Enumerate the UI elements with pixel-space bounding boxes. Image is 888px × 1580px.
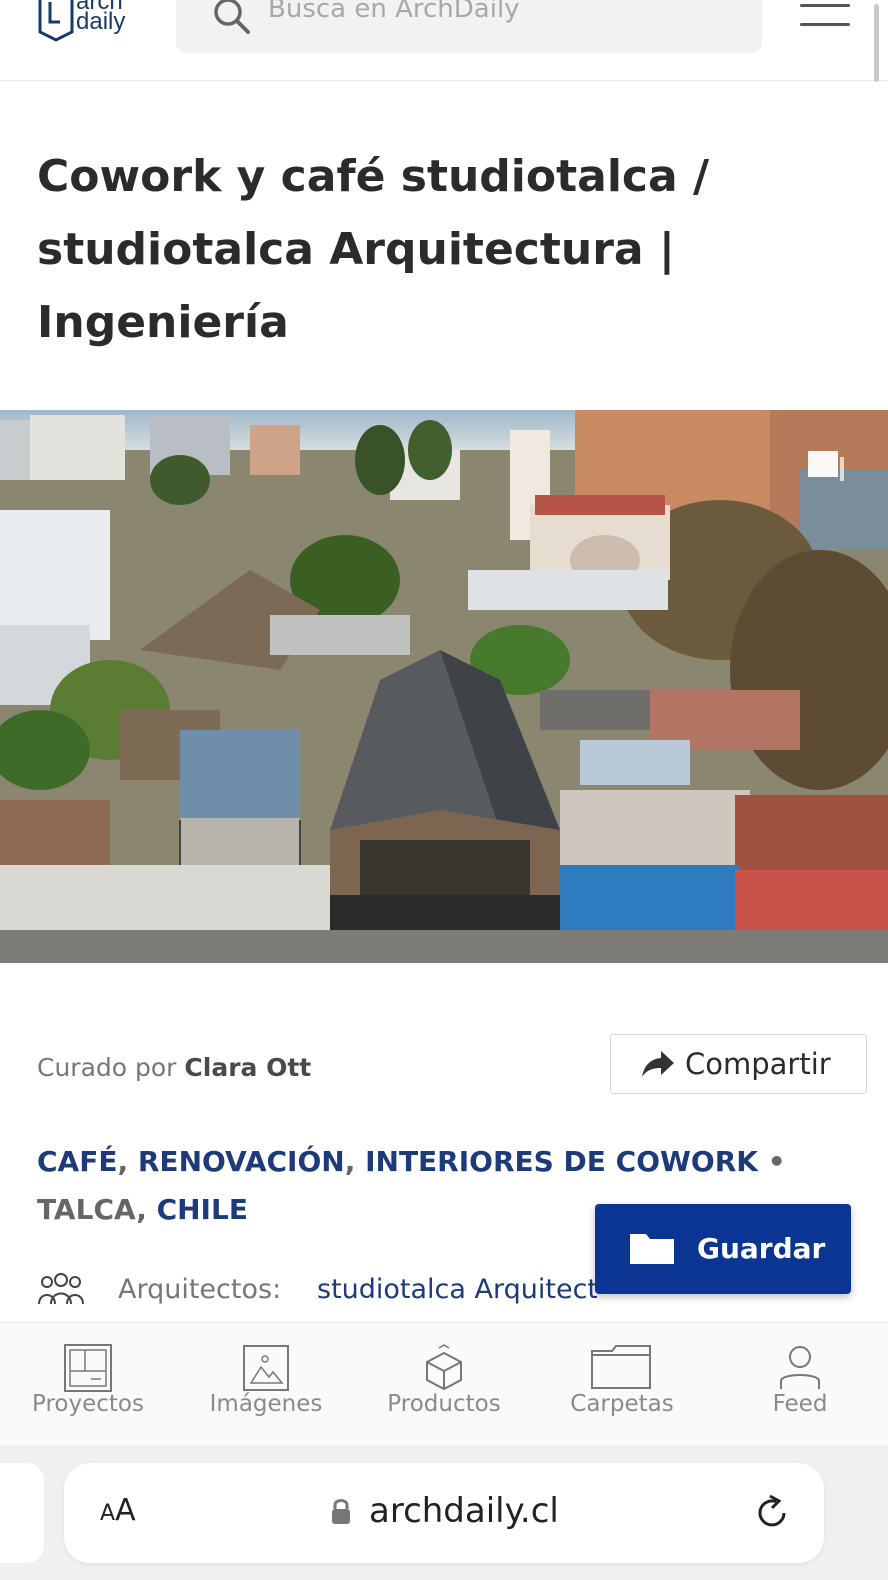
tag-interiores-cowork[interactable]: INTERIORES DE COWORK [365, 1145, 758, 1178]
save-button[interactable]: Guardar [595, 1204, 851, 1294]
logo-text: arch daily [76, 0, 126, 35]
tag-separator: • [767, 1145, 786, 1178]
tag-cafe[interactable]: CAFÉ [37, 1145, 117, 1178]
reload-icon[interactable] [752, 1493, 792, 1533]
nav-label-projects: Proyectos [32, 1391, 144, 1417]
logo-icon [38, 0, 74, 42]
nav-item-projects[interactable]: Proyectos [0, 1323, 176, 1445]
address-bar[interactable]: AA archdaily.cl [64, 1463, 824, 1563]
images-icon [243, 1345, 289, 1391]
url-text: archdaily.cl [369, 1491, 559, 1531]
expand-icon[interactable] [806, 449, 846, 483]
top-bar: arch daily Busca en ArchDaily [0, 0, 888, 82]
curated-prefix: Curado por [37, 1053, 177, 1082]
nav-item-feed[interactable]: Feed [712, 1323, 888, 1445]
products-icon [426, 1344, 462, 1391]
user-icon [780, 1346, 820, 1389]
tag-renovacion[interactable]: RENOVACIÓN [138, 1145, 345, 1178]
architects-row: Arquitectos: studiotalca Arquitectura | [37, 1268, 597, 1318]
location-country[interactable]: CHILE [157, 1193, 248, 1226]
search-input[interactable]: Busca en ArchDaily [176, 0, 762, 53]
location-city: TALCA [37, 1193, 137, 1226]
save-label: Guardar [697, 1232, 826, 1265]
search-placeholder: Busca en ArchDaily [268, 0, 520, 24]
text-size-button[interactable]: AA [100, 1493, 136, 1528]
share-label: Compartir [685, 1047, 831, 1081]
nav-item-folders[interactable]: Carpetas [534, 1323, 710, 1445]
folder-save-icon [630, 1234, 674, 1264]
nav-label-images: Imágenes [209, 1391, 323, 1417]
nav-label-products: Productos [387, 1391, 501, 1417]
folder-icon [591, 1345, 651, 1389]
search-icon [214, 0, 250, 34]
text-size-large: A [115, 1493, 136, 1528]
hero-photo [0, 410, 888, 963]
architects-label: Arquitectos: [118, 1274, 282, 1305]
archdaily-logo[interactable]: arch daily [36, 0, 146, 44]
nav-label-feed: Feed [772, 1391, 828, 1417]
share-icon [642, 1051, 674, 1077]
curator-link[interactable]: Clara Ott [184, 1053, 311, 1082]
page-title: Cowork y café studiotalca / studiotalca … [37, 151, 710, 348]
previous-tab[interactable] [0, 1463, 44, 1563]
nav-item-images[interactable]: Imágenes [178, 1323, 354, 1445]
scrollbar[interactable] [874, 4, 879, 82]
logo-text-bottom: daily [76, 8, 126, 35]
share-button[interactable]: Compartir [610, 1034, 867, 1094]
hamburger-menu-icon[interactable] [800, 4, 850, 34]
hero-image[interactable] [0, 410, 888, 963]
text-size-small: A [100, 1501, 116, 1526]
curated-by: Curado por Clara Ott [37, 1053, 311, 1082]
browser-toolbar: AA archdaily.cl [0, 1445, 888, 1580]
people-icon [38, 1273, 84, 1305]
lock-icon [332, 1499, 350, 1524]
nav-label-folders: Carpetas [570, 1391, 674, 1417]
projects-icon [64, 1344, 112, 1392]
nav-item-products[interactable]: Productos [356, 1323, 532, 1445]
architects-link[interactable]: studiotalca Arquitectura | [317, 1274, 597, 1305]
bottom-nav: Proyectos Imágenes Productos Carpetas Fe… [0, 1322, 888, 1446]
